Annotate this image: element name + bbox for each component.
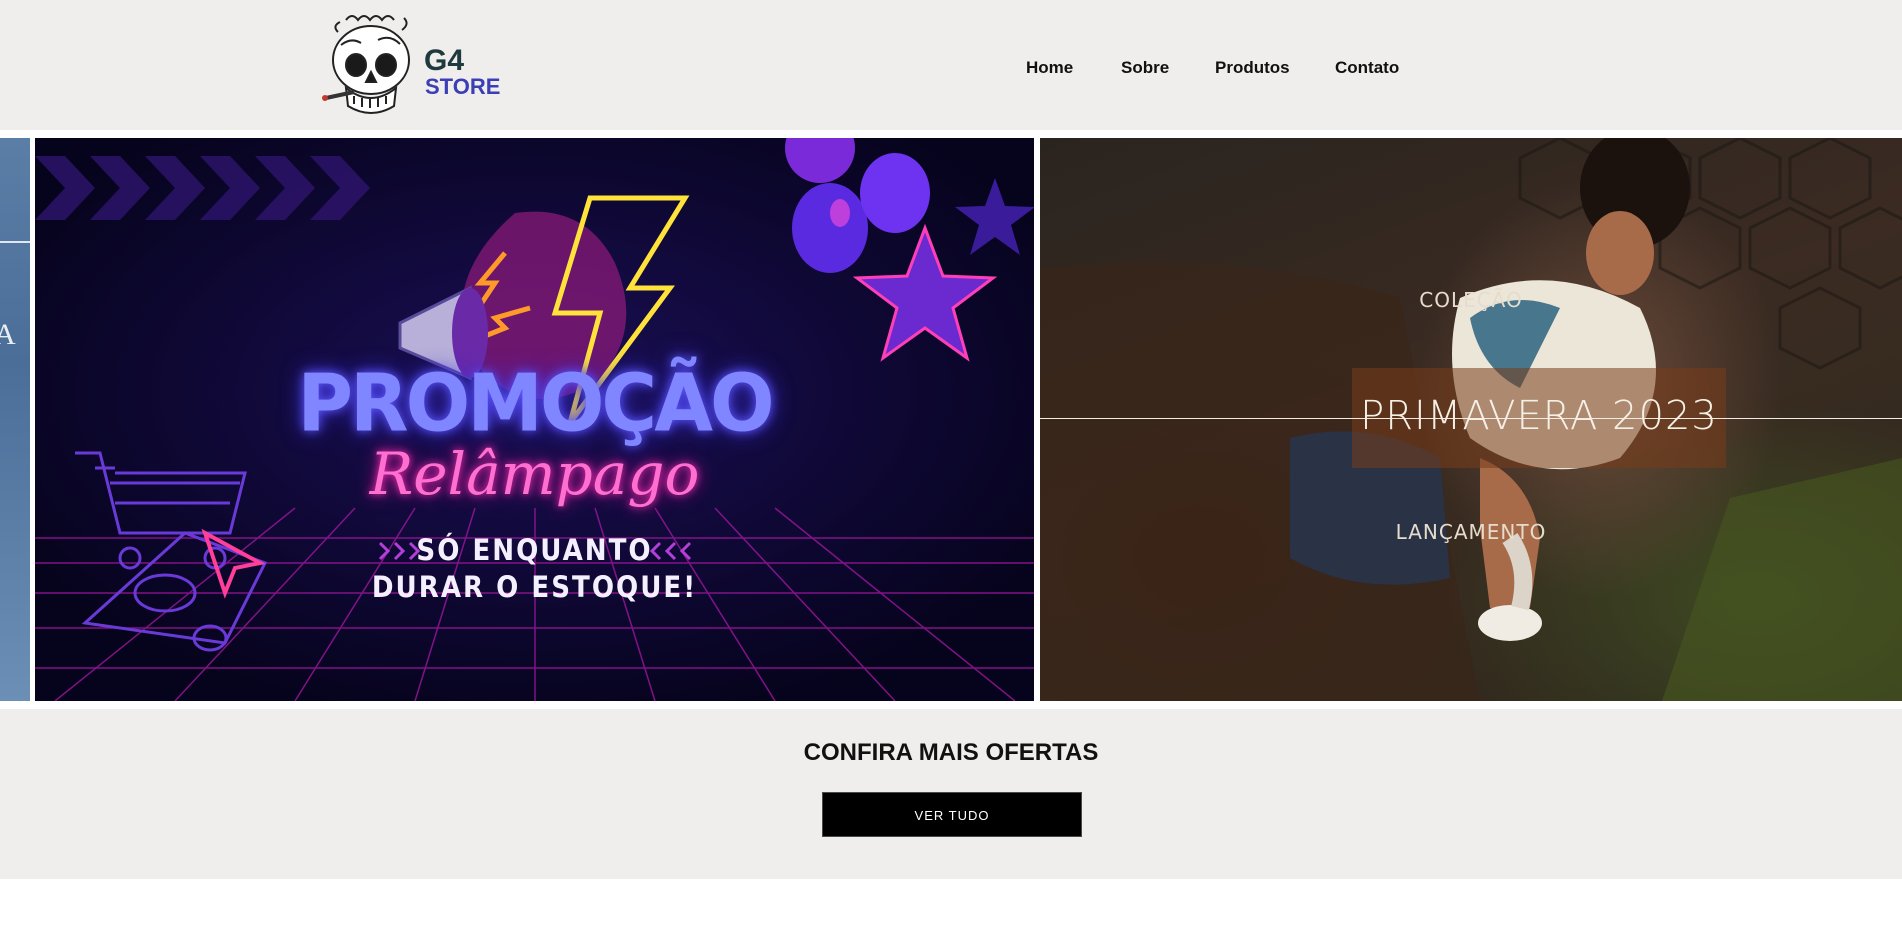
nav-sobre[interactable]: Sobre xyxy=(1121,58,1169,78)
hero-carousel[interactable]: A PROMOÇÃO Relâmpago SÓ ENQUANTO DURAR O… xyxy=(0,138,1902,701)
offers-title: CONFIRA MAIS OFERTAS xyxy=(803,739,1099,766)
collection-title: PRIMAVERA 2023 xyxy=(1360,393,1718,439)
see-all-button[interactable]: VER TUDO xyxy=(822,792,1082,837)
site-header: G4 STORE Home Sobre Produtos Contato xyxy=(0,0,1902,130)
promo-subtitle: Relâmpago xyxy=(369,440,700,508)
skull-icon xyxy=(322,15,410,114)
promo-title: PROMOÇÃO xyxy=(297,355,774,450)
collection-label-top: COLEÇÃO xyxy=(1419,288,1523,312)
slide-partial-text: A xyxy=(0,318,16,351)
nav-home[interactable]: Home xyxy=(1026,58,1073,78)
promo-line-1: SÓ ENQUANTO xyxy=(416,533,653,567)
carousel-slide-collection[interactable]: COLEÇÃO PRIMAVERA 2023 LANÇAMENTO xyxy=(1040,138,1902,701)
promo-line-2: DURAR O ESTOQUE! xyxy=(371,570,698,604)
nav-produtos[interactable]: Produtos xyxy=(1215,58,1290,78)
divider xyxy=(0,241,30,243)
offers-section: CONFIRA MAIS OFERTAS VER TUDO xyxy=(0,709,1902,879)
nav-contato[interactable]: Contato xyxy=(1335,58,1399,78)
brand-logo[interactable] xyxy=(316,10,506,122)
carousel-slide-previous[interactable]: A xyxy=(0,138,30,701)
brand-name: G4 xyxy=(424,44,465,77)
brand-subname: STORE xyxy=(425,74,501,99)
carousel-slide-promo[interactable]: PROMOÇÃO Relâmpago SÓ ENQUANTO DURAR O E… xyxy=(35,138,1034,701)
collection-label-bottom: LANÇAMENTO xyxy=(1395,520,1547,544)
